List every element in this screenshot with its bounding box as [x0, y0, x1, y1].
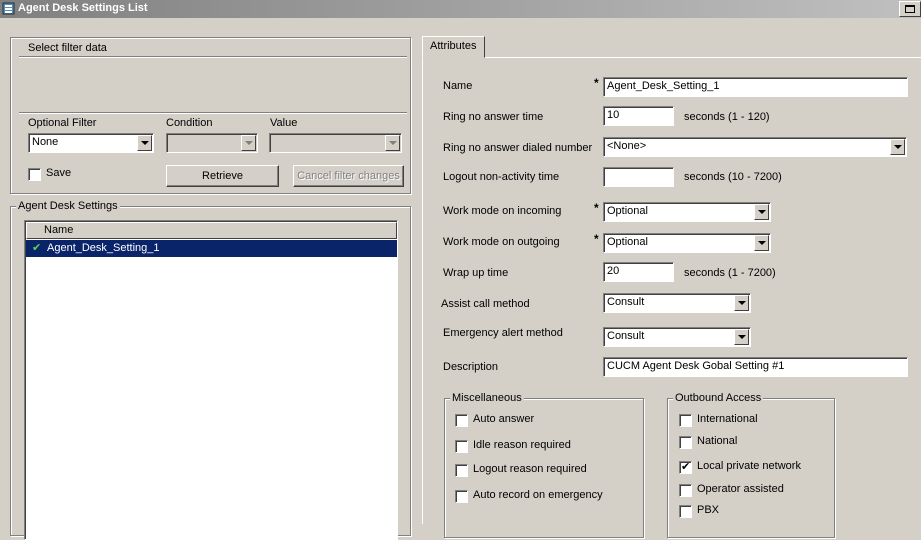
chevron-down-icon[interactable]: [734, 295, 749, 311]
save-checkbox[interactable]: [28, 168, 41, 181]
local-private-network-label: Local private network: [697, 460, 801, 472]
filter-divider: [19, 112, 407, 114]
save-label: Save: [46, 167, 72, 179]
assist-value: Consult: [607, 296, 645, 308]
name-required-mark: *: [594, 76, 599, 90]
agent-desk-settings-legend: Agent Desk Settings: [16, 200, 120, 212]
filter-title-divider: [19, 56, 407, 58]
cancel-filter-changes-label: Cancel filter changes: [297, 170, 400, 182]
description-field-value: CUCM Agent Desk Gobal Setting #1: [607, 360, 785, 372]
rna-time-label: Ring no answer time: [443, 111, 544, 123]
logout-label: Logout non-activity time: [443, 171, 560, 183]
list-item[interactable]: ✔ Agent_Desk_Setting_1: [26, 240, 397, 257]
outbound-access-legend: Outbound Access: [673, 392, 764, 404]
wrap-field[interactable]: 20: [603, 262, 674, 282]
auto-record-label: Auto record on emergency: [473, 489, 603, 501]
filter-panel-title: Select filter data: [28, 42, 107, 54]
wm-in-required-mark: *: [594, 201, 599, 215]
optional-filter-select[interactable]: None: [28, 133, 154, 153]
wrap-hint: seconds (1 - 7200): [684, 267, 776, 279]
chevron-down-icon[interactable]: [137, 135, 152, 151]
retrieve-button[interactable]: Retrieve: [166, 165, 279, 187]
wm-out-select[interactable]: Optional: [603, 233, 771, 253]
assist-select[interactable]: Consult: [603, 293, 751, 313]
chevron-down-icon[interactable]: [241, 135, 256, 151]
wm-out-required-mark: *: [594, 232, 599, 246]
auto-answer-label: Auto answer: [473, 413, 535, 425]
wrap-field-value: 20: [607, 265, 620, 277]
wrap-label: Wrap up time: [443, 267, 509, 279]
wm-out-value: Optional: [607, 236, 648, 248]
agent-desk-settings-group: Agent Desk Settings Name ✔ Agent_Desk_Se…: [10, 200, 411, 540]
miscellaneous-group: Miscellaneous Auto answer Idle reason re…: [444, 392, 644, 538]
list-item-name: Agent_Desk_Setting_1: [47, 242, 160, 254]
rna-time-field[interactable]: 10: [603, 106, 674, 126]
national-label: National: [697, 435, 738, 447]
logout-hint: seconds (10 - 7200): [684, 171, 782, 183]
logout-reason-label: Logout reason required: [473, 463, 587, 475]
optional-filter-value: None: [32, 136, 59, 148]
auto-answer-checkbox[interactable]: [455, 414, 468, 427]
list-header[interactable]: Name: [26, 222, 397, 239]
outbound-access-group: Outbound Access International National L…: [667, 392, 835, 538]
cancel-filter-changes-button[interactable]: Cancel filter changes: [293, 165, 404, 187]
attributes-panel: Name * Agent_Desk_Setting_1 Ring no answ…: [422, 57, 921, 538]
rna-time-field-value: 10: [607, 109, 620, 121]
emergency-select[interactable]: Consult: [603, 327, 751, 347]
operator-assisted-label: Operator assisted: [697, 483, 784, 495]
emergency-value: Consult: [607, 330, 645, 342]
chevron-down-icon[interactable]: [754, 204, 769, 220]
condition-label: Condition: [166, 117, 213, 129]
description-label: Description: [443, 361, 499, 373]
column-header-name: Name: [44, 224, 74, 236]
chevron-down-icon[interactable]: [890, 139, 905, 155]
app-icon: [2, 2, 15, 15]
pbx-label: PBX: [697, 504, 720, 516]
idle-reason-label: Idle reason required: [473, 439, 571, 451]
international-label: International: [697, 413, 758, 425]
emergency-label: Emergency alert method: [443, 327, 563, 339]
auto-record-checkbox[interactable]: [455, 490, 468, 503]
name-field-value: Agent_Desk_Setting_1: [607, 80, 720, 92]
rna-time-hint: seconds (1 - 120): [684, 111, 770, 123]
logout-field[interactable]: [603, 167, 674, 187]
value-label: Value: [270, 117, 298, 129]
description-field[interactable]: CUCM Agent Desk Gobal Setting #1: [603, 357, 908, 377]
value-select[interactable]: [269, 133, 402, 153]
tab-attributes[interactable]: Attributes: [422, 36, 485, 58]
settings-list[interactable]: Name ✔ Agent_Desk_Setting_1: [24, 220, 398, 540]
maximize-button[interactable]: [899, 1, 921, 17]
idle-reason-checkbox[interactable]: [455, 440, 468, 453]
rna-dialed-select[interactable]: <None>: [603, 137, 907, 157]
wm-in-select[interactable]: Optional: [603, 202, 771, 222]
name-field[interactable]: Agent_Desk_Setting_1: [603, 77, 908, 97]
optional-filter-label: Optional Filter: [28, 117, 97, 129]
miscellaneous-legend: Miscellaneous: [450, 392, 524, 404]
rna-dialed-label: Ring no answer dialed number: [443, 142, 593, 154]
international-checkbox[interactable]: [679, 414, 692, 427]
condition-select[interactable]: [166, 133, 258, 153]
retrieve-button-label: Retrieve: [202, 170, 243, 182]
rna-dialed-value: <None>: [607, 140, 647, 152]
window-title: Agent Desk Settings List: [18, 2, 148, 14]
title-bar: Agent Desk Settings List: [0, 0, 921, 18]
pbx-checkbox[interactable]: [679, 505, 692, 518]
filter-panel: Select filter data Optional Filter Condi…: [10, 37, 411, 194]
logout-reason-checkbox[interactable]: [455, 464, 468, 477]
tab-attributes-label: Attributes: [430, 40, 477, 52]
chevron-down-icon[interactable]: [734, 329, 749, 345]
maximize-icon: [905, 5, 915, 13]
wm-in-label: Work mode on incoming: [443, 205, 562, 217]
wm-in-value: Optional: [607, 205, 648, 217]
assist-label: Assist call method: [441, 298, 530, 310]
chevron-down-icon[interactable]: [385, 135, 400, 151]
chevron-down-icon[interactable]: [754, 235, 769, 251]
name-label: Name: [443, 80, 473, 92]
national-checkbox[interactable]: [679, 436, 692, 449]
local-private-network-checkbox[interactable]: [679, 460, 692, 474]
wm-out-label: Work mode on outgoing: [443, 236, 560, 248]
checkmark-icon: ✔: [32, 241, 42, 254]
operator-assisted-checkbox[interactable]: [679, 484, 692, 497]
